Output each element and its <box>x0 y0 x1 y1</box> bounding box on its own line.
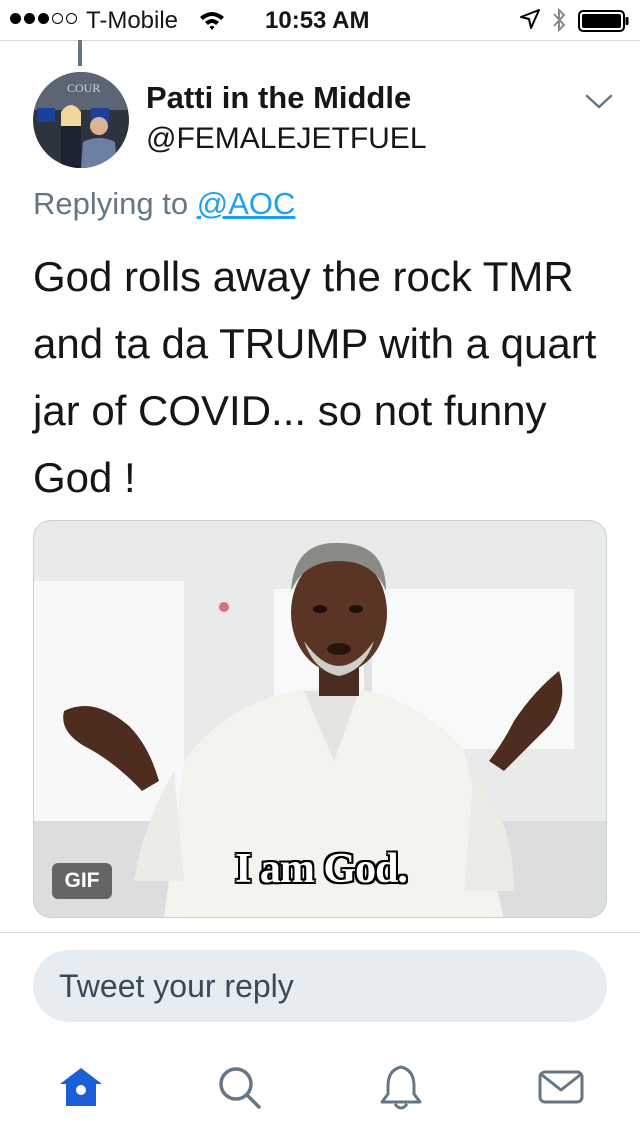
gif-media[interactable]: GIF I am God. <box>33 520 607 918</box>
bluetooth-icon <box>551 6 567 39</box>
avatar[interactable]: COUR <box>33 72 129 168</box>
replying-to-label: Replying to <box>33 186 197 221</box>
search-icon[interactable] <box>214 1062 264 1112</box>
notifications-icon[interactable] <box>376 1062 426 1112</box>
location-arrow-icon <box>519 8 541 35</box>
wifi-icon <box>199 9 225 36</box>
divider <box>0 932 640 933</box>
replying-to-line: Replying to @AOC <box>33 186 295 222</box>
status-time: 10:53 AM <box>265 7 370 34</box>
chevron-down-icon[interactable] <box>584 92 614 117</box>
battery-icon <box>578 10 630 37</box>
signal-strength-icon <box>10 13 77 24</box>
tweet-text: God rolls away the rock TMR and ta da TR… <box>33 253 597 501</box>
carrier-name: T-Mobile <box>86 7 179 34</box>
home-icon[interactable] <box>56 1062 106 1112</box>
user-handle[interactable]: @FEMALEJETFUEL <box>146 122 427 156</box>
mention-link[interactable]: @AOC <box>197 186 296 221</box>
thread-connector-line <box>78 40 82 66</box>
status-bar: T-Mobile 10:53 AM <box>0 0 640 41</box>
display-name[interactable]: Patti in the Middle <box>146 80 411 116</box>
svg-text:COUR: COUR <box>67 81 100 95</box>
gif-caption: I am God. <box>235 846 408 892</box>
reply-input[interactable]: Tweet your reply <box>33 950 607 1022</box>
messages-icon[interactable] <box>536 1062 586 1112</box>
